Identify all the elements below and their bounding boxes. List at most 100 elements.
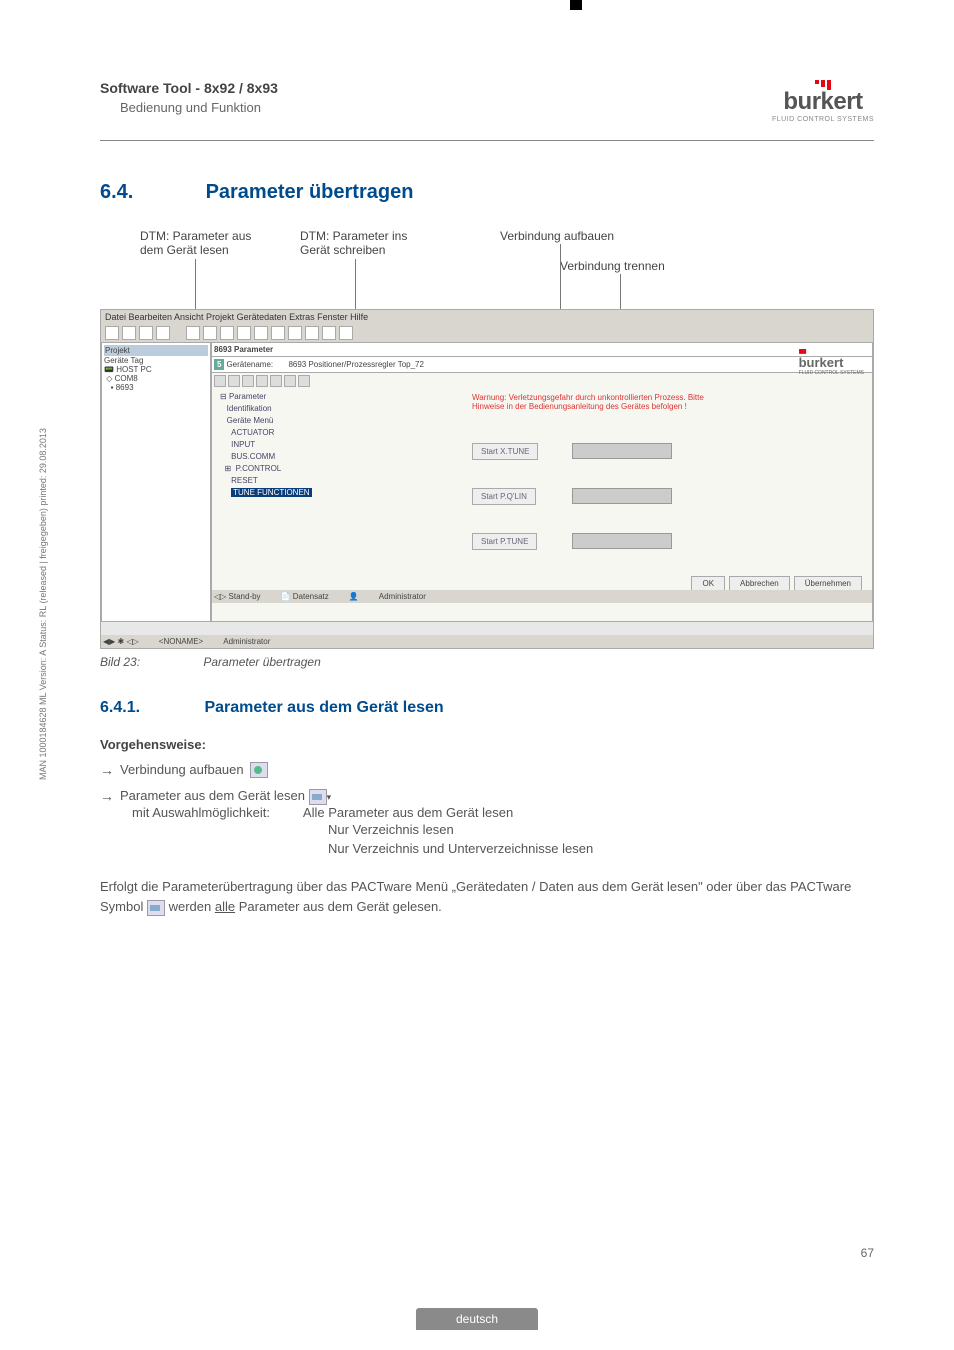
- callout-line: [355, 259, 356, 309]
- start-xtune-button: Start X.TUNE: [472, 443, 538, 460]
- caption-label: Bild 23:: [100, 655, 200, 669]
- toolbar-icon: [305, 326, 319, 340]
- callout-line: [620, 274, 621, 309]
- start-pqlin-button: Start P.Q'LIN: [472, 488, 536, 505]
- dtm-burkert-logo: ▮▮▮ burkert FLUID CONTROL SYSTEMS: [799, 348, 864, 376]
- logo-subtext: FLUID CONTROL SYSTEMS: [772, 116, 874, 123]
- toolbar-icon: [139, 326, 153, 340]
- callout-line: [195, 259, 196, 309]
- procedure-step-2: → Parameter aus dem Gerät lesen ▾ mit Au…: [100, 788, 874, 820]
- app-toolbar: [101, 324, 873, 342]
- tree-node: ⊟ Parameter: [220, 391, 312, 403]
- cancel-button: Abbrechen: [729, 576, 790, 591]
- sub-toolbar-icon: [270, 375, 282, 387]
- progress-bar: [572, 443, 672, 459]
- subsection-title: Parameter aus dem Gerät lesen: [204, 699, 443, 716]
- dialog-buttons: OK Abbrechen Übernehmen: [691, 576, 862, 591]
- project-panel-header: Projekt: [104, 345, 208, 356]
- arrow-icon: →: [100, 788, 114, 804]
- tree-item: Geräte Tag: [104, 356, 208, 365]
- subsection-number: 6.4.1.: [100, 699, 200, 717]
- software-title: Software Tool - 8x92 / 8x93: [100, 80, 278, 96]
- dtm-status-bar: ◁▷ Stand-by 📄 Datensatz 👤 Administrator: [212, 590, 872, 603]
- arrow-icon: →: [100, 762, 114, 778]
- toolbar-icon: [322, 326, 336, 340]
- dtm-info-row: 5 Gerätename: 8693 Positioner/Prozessreg…: [212, 357, 872, 373]
- explanatory-paragraph: Erfolgt die Parameterübertragung über da…: [100, 877, 874, 919]
- tree-node: RESET: [220, 475, 312, 487]
- toolbar-icon: [220, 326, 234, 340]
- logo-text: burkert: [772, 88, 874, 116]
- callout-labels: DTM: Parameter aus dem Gerät lesen DTM: …: [100, 229, 874, 309]
- procedure-heading: Vorgehensweise:: [100, 737, 874, 752]
- callout-connect: Verbindung aufbauen: [500, 229, 614, 243]
- subsection-heading: 6.4.1. Parameter aus dem Gerät lesen: [100, 699, 874, 717]
- read-params-icon: [147, 900, 165, 916]
- warning-text: Warnung: Verletzungsgefahr durch unkontr…: [472, 393, 704, 411]
- toolbar-icon: [254, 326, 268, 340]
- toolbar-icon: [122, 326, 136, 340]
- page-container: Software Tool - 8x92 / 8x93 Bedienung un…: [0, 0, 954, 958]
- dtm-sub-toolbar: [212, 373, 872, 389]
- callout-read-params: DTM: Parameter aus dem Gerät lesen: [140, 229, 251, 257]
- document-side-metadata: MAN 1000184628 ML Version: A Status: RL …: [38, 428, 48, 780]
- tree-node: Geräte Menü: [220, 415, 312, 427]
- connect-icon: [250, 762, 268, 778]
- toolbar-icon: [271, 326, 285, 340]
- tree-node: BUS.COMM: [220, 451, 312, 463]
- page-number: 67: [861, 1246, 874, 1260]
- toolbar-icon: [186, 326, 200, 340]
- tree-item: ▪ 8693: [104, 383, 208, 392]
- progress-bar: [572, 488, 672, 504]
- figure-caption: Bild 23: Parameter übertragen: [100, 655, 874, 669]
- sub-toolbar-icon: [256, 375, 268, 387]
- procedure-options: Nur Verzeichnis lesen Nur Verzeichnis un…: [328, 820, 874, 859]
- procedure-step-1: → Verbindung aufbauen: [100, 762, 874, 778]
- tree-item: ◇ COM8: [104, 374, 208, 383]
- tree-item: 📟 HOST PC: [104, 365, 208, 374]
- project-tree-panel: Projekt Geräte Tag 📟 HOST PC ◇ COM8 ▪ 86…: [101, 342, 211, 622]
- callout-write-params: DTM: Parameter ins Gerät schreiben: [300, 229, 407, 257]
- app-body: Projekt Geräte Tag 📟 HOST PC ◇ COM8 ▪ 86…: [101, 342, 873, 622]
- toolbar-icon: [105, 326, 119, 340]
- header-rule: [100, 140, 874, 141]
- sub-toolbar-icon: [228, 375, 240, 387]
- sub-toolbar-icon: [242, 375, 254, 387]
- apply-button: Übernehmen: [794, 576, 862, 591]
- sub-toolbar-icon: [284, 375, 296, 387]
- caption-text: Parameter übertragen: [203, 655, 320, 669]
- sub-toolbar-icon: [298, 375, 310, 387]
- tree-node-selected: TUNE FUNCTIONEN: [220, 487, 312, 499]
- tree-node: INPUT: [220, 439, 312, 451]
- app-status-bar: ◀▶ ✱ ◁▷ <NONAME> Administrator: [101, 635, 873, 648]
- sub-toolbar-icon: [214, 375, 226, 387]
- toolbar-icon: [203, 326, 217, 340]
- language-tab: deutsch: [416, 1308, 538, 1330]
- section-title: Parameter übertragen: [206, 181, 414, 203]
- read-params-icon: [309, 789, 327, 805]
- progress-bar: [572, 533, 672, 549]
- section-heading: 6.4. Parameter übertragen: [100, 181, 874, 204]
- ok-button: OK: [691, 576, 725, 591]
- callout-disconnect: Verbindung trennen: [560, 259, 665, 273]
- header-subtitle: Bedienung und Funktion: [120, 100, 278, 115]
- app-menubar: Datei Bearbeiten Ansicht Projekt Geräted…: [101, 310, 873, 324]
- device-number-badge: 5: [214, 359, 224, 370]
- main-panel: 8693 Parameter 5 Gerätename: 8693 Positi…: [211, 342, 873, 622]
- tree-node: ACTUATOR: [220, 427, 312, 439]
- header-left: Software Tool - 8x92 / 8x93 Bedienung un…: [100, 80, 278, 115]
- toolbar-icon: [237, 326, 251, 340]
- toolbar-icon: [339, 326, 353, 340]
- screenshot-figure: DTM: Parameter aus dem Gerät lesen DTM: …: [100, 229, 874, 669]
- parameter-tree: ⊟ Parameter Identifikation Geräte Menü A…: [220, 391, 312, 499]
- start-ptune-button: Start P.TUNE: [472, 533, 537, 550]
- callout-line: [560, 244, 561, 309]
- toolbar-icon: [288, 326, 302, 340]
- burkert-logo: burkert FLUID CONTROL SYSTEMS: [772, 80, 874, 123]
- toolbar-icon: [156, 326, 170, 340]
- dtm-tab-header: 8693 Parameter: [212, 343, 872, 357]
- tree-node: Identifikation: [220, 403, 312, 415]
- tree-node: ⊞ P.CONTROL: [220, 463, 312, 475]
- pactware-screenshot: Datei Bearbeiten Ansicht Projekt Geräted…: [100, 309, 874, 649]
- section-number: 6.4.: [100, 181, 200, 204]
